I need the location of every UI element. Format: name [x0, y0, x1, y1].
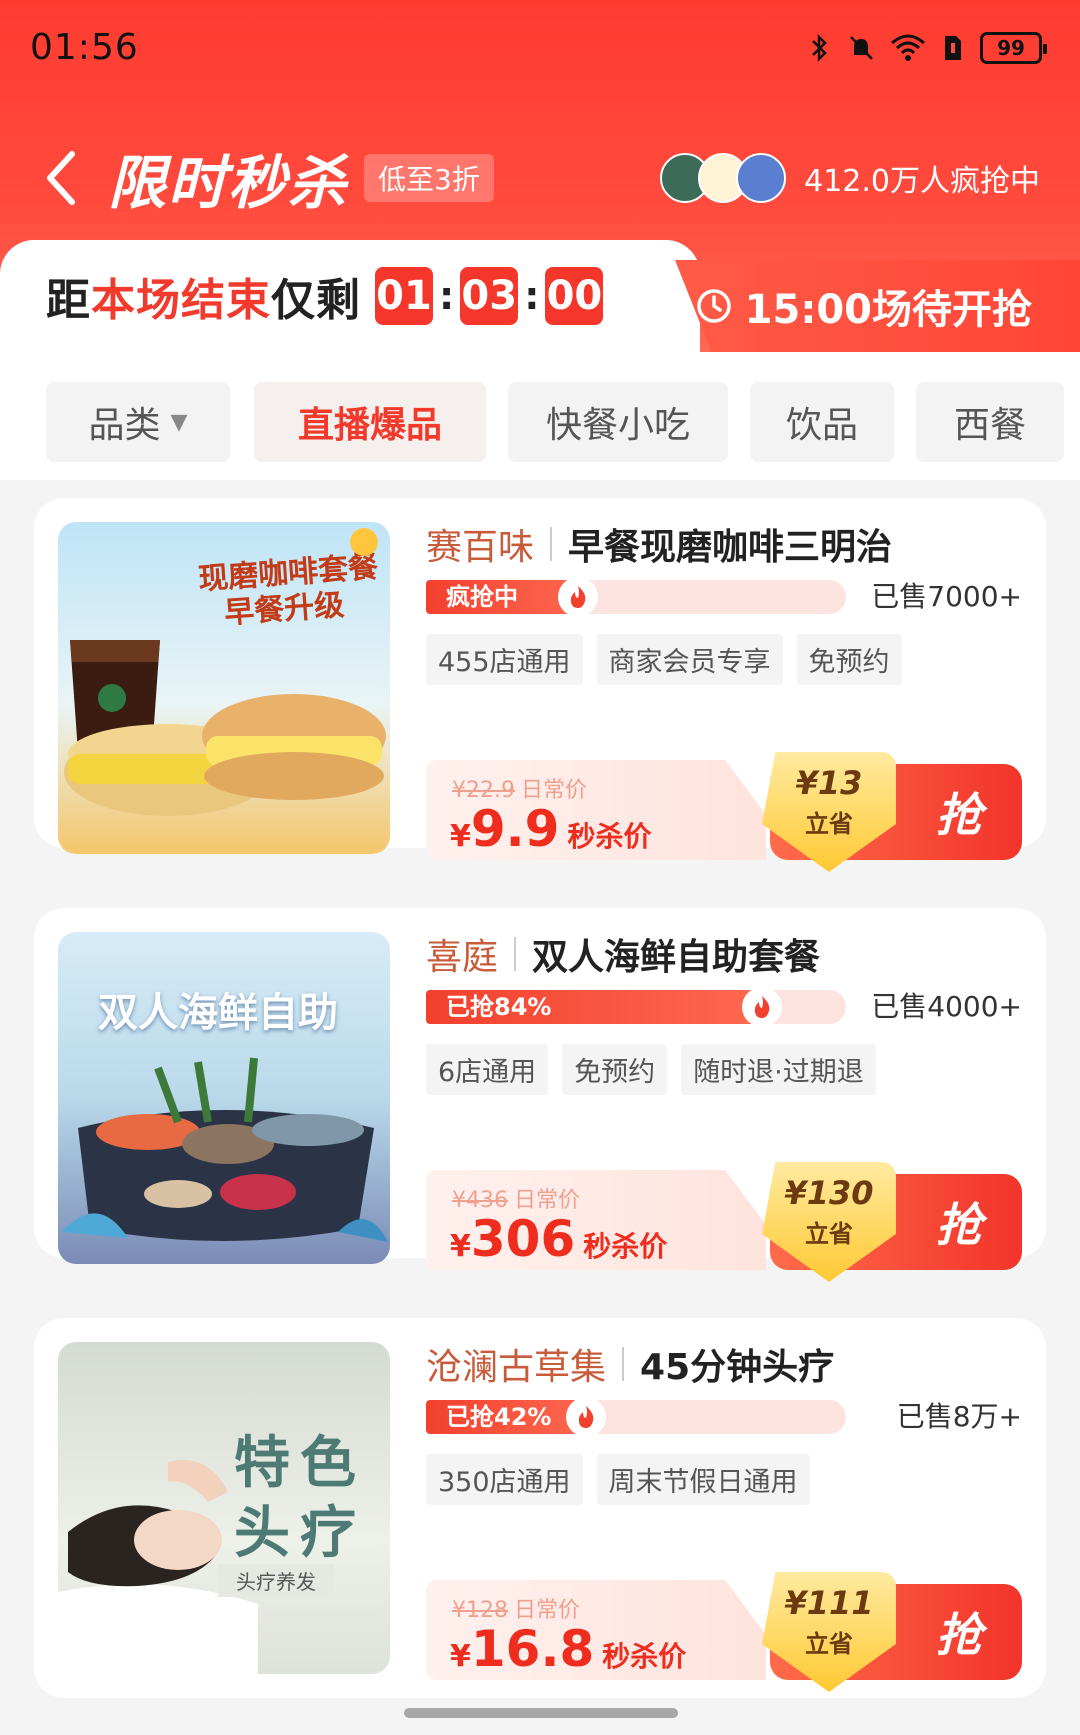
tag: 免预约	[796, 634, 902, 685]
product-image: 现磨咖啡套餐 早餐升级	[58, 522, 390, 854]
price-area: ¥22.9 日常价 ¥9.9 秒杀价	[426, 760, 766, 860]
discount-tag: 低至3折	[364, 153, 494, 202]
page-title: 限时秒杀	[108, 148, 349, 217]
product-card[interactable]: 特色 头疗 头疗养发 沧澜古草集 45分钟头疗 已抢42% 已售8万+ 350店…	[34, 1318, 1046, 1698]
category-tabs: 品类 ▼ 直播爆品 快餐小吃 饮品 西餐	[0, 352, 1080, 480]
clock-icon	[696, 289, 731, 323]
flash-price: ¥16.8 秒杀价	[450, 1620, 687, 1678]
sandwich-illustration	[64, 528, 386, 816]
image-caption: 特色	[234, 1430, 366, 1496]
tab-label: 快餐小吃	[545, 405, 690, 446]
back-button[interactable]	[44, 143, 94, 213]
product-image: 双人海鲜自助	[58, 932, 390, 1264]
progress-text: 疯抢中	[446, 583, 518, 611]
next-session-tab[interactable]: 15:00场待开抢	[675, 260, 1080, 352]
image-caption: 头疗	[234, 1500, 366, 1566]
save-amount: ¥111	[784, 1584, 874, 1622]
deal-name: 早餐现磨咖啡三明治	[568, 527, 893, 568]
tag-list: 6店通用 免预约 随时退·过期退	[426, 1044, 876, 1095]
wifi-icon	[891, 34, 925, 61]
title-divider	[514, 937, 517, 971]
sold-count: 已售4000+	[871, 990, 1022, 1023]
tag: 6店通用	[426, 1044, 549, 1095]
deal-name: 双人海鲜自助套餐	[532, 937, 821, 978]
home-indicator[interactable]	[404, 1708, 678, 1718]
countdown-bar: 距本场结束仅剩 01 : 03 : 00 15:00场待开抢	[0, 240, 1080, 352]
tag: 免预约	[562, 1044, 668, 1095]
shop-name: 赛百味	[426, 527, 535, 568]
avatar-group	[660, 152, 787, 203]
save-amount: ¥13	[795, 764, 863, 802]
seafood-illustration	[62, 1057, 388, 1242]
bluetooth-icon	[812, 33, 827, 62]
product-image: 特色 头疗 头疗养发	[58, 1342, 390, 1674]
product-title: 沧澜古草集 45分钟头疗	[426, 1338, 834, 1390]
save-label: 立省	[805, 1630, 853, 1658]
tab-live-hot[interactable]: 直播爆品	[254, 382, 486, 462]
tab-label: 直播爆品	[297, 405, 442, 446]
tag-list: 350店通用 周末节假日通用	[426, 1454, 810, 1505]
tag: 随时退·过期退	[681, 1044, 876, 1095]
sales-progress: 已抢84%	[426, 987, 846, 1027]
tab-fast-food[interactable]: 快餐小吃	[508, 382, 728, 462]
countdown-current: 距本场结束仅剩 01 : 03 : 00	[0, 240, 700, 352]
countdown-seconds: 00	[545, 267, 604, 325]
flame-icon	[742, 987, 782, 1027]
progress-text: 已抢84%	[446, 993, 552, 1021]
countdown-separator: :	[524, 274, 540, 318]
status-bar: 01:56 99	[0, 0, 1080, 95]
next-session-label: 15:00场待开抢	[744, 287, 1032, 333]
countdown-separator: :	[439, 274, 455, 318]
countdown-hours: 01	[375, 267, 433, 325]
flame-icon	[566, 1397, 606, 1437]
save-amount: ¥130	[784, 1174, 874, 1212]
shop-name: 沧澜古草集	[426, 1347, 607, 1388]
sold-count: 已售8万+	[896, 1400, 1022, 1433]
tag: 455店通用	[426, 634, 583, 685]
tab-drinks[interactable]: 饮品	[750, 382, 894, 462]
product-card[interactable]: 双人海鲜自助 喜庭 双人海鲜自助套餐 已抢84% 已售4000+ 6店通用 免预…	[34, 908, 1046, 1282]
sold-count: 已售7000+	[871, 580, 1022, 613]
save-label: 立省	[805, 810, 853, 838]
status-time: 01:56	[30, 27, 139, 68]
progress-text: 已抢42%	[446, 1403, 552, 1431]
product-title: 赛百味 早餐现磨咖啡三明治	[426, 518, 892, 570]
deal-name: 45分钟头疗	[640, 1347, 835, 1388]
flash-price: ¥306 秒杀价	[450, 1210, 668, 1268]
chevron-left-icon	[47, 150, 75, 205]
price-area: ¥436 日常价 ¥306 秒杀价	[426, 1170, 766, 1270]
price-area: ¥128 日常价 ¥16.8 秒杀价	[426, 1580, 766, 1680]
avatar	[736, 152, 787, 203]
flame-icon	[558, 577, 598, 617]
status-icons: 99	[806, 31, 1047, 64]
title-row: 限时秒杀 低至3折 412.0万人疯抢中	[0, 130, 1080, 225]
shop-name: 喜庭	[426, 937, 499, 978]
sales-progress: 疯抢中	[426, 577, 846, 617]
product-card[interactable]: 现磨咖啡套餐 早餐升级 赛百味 早餐现磨咖啡三明治 疯抢中 已售7000+ 45…	[34, 498, 1046, 872]
caret-down-icon: ▼	[170, 409, 188, 435]
sales-progress: 已抢42%	[426, 1397, 846, 1437]
tab-label: 饮品	[785, 405, 858, 446]
tag: 周末节假日通用	[596, 1454, 810, 1505]
countdown-label: 距本场结束仅剩	[46, 275, 361, 326]
tag: 商家会员专享	[596, 634, 783, 685]
tab-category[interactable]: 品类 ▼	[46, 382, 230, 462]
grab-count: 412.0万人疯抢中	[804, 163, 1040, 199]
image-caption: 头疗养发	[218, 1564, 334, 1597]
countdown-minutes: 03	[460, 267, 519, 325]
tab-label: 品类	[88, 405, 161, 446]
sim-icon	[945, 35, 961, 60]
mute-icon	[850, 35, 873, 60]
tab-label: 西餐	[953, 405, 1026, 446]
tab-western[interactable]: 西餐	[916, 382, 1064, 462]
tag: 350店通用	[426, 1454, 583, 1505]
title-divider	[550, 527, 553, 561]
flash-price: ¥9.9 秒杀价	[450, 800, 652, 858]
battery-icon: 99	[980, 31, 1047, 64]
save-label: 立省	[805, 1220, 853, 1248]
title-divider	[622, 1347, 625, 1381]
tag-list: 455店通用 商家会员专享 免预约	[426, 634, 902, 685]
product-title: 喜庭 双人海鲜自助套餐	[426, 928, 820, 980]
